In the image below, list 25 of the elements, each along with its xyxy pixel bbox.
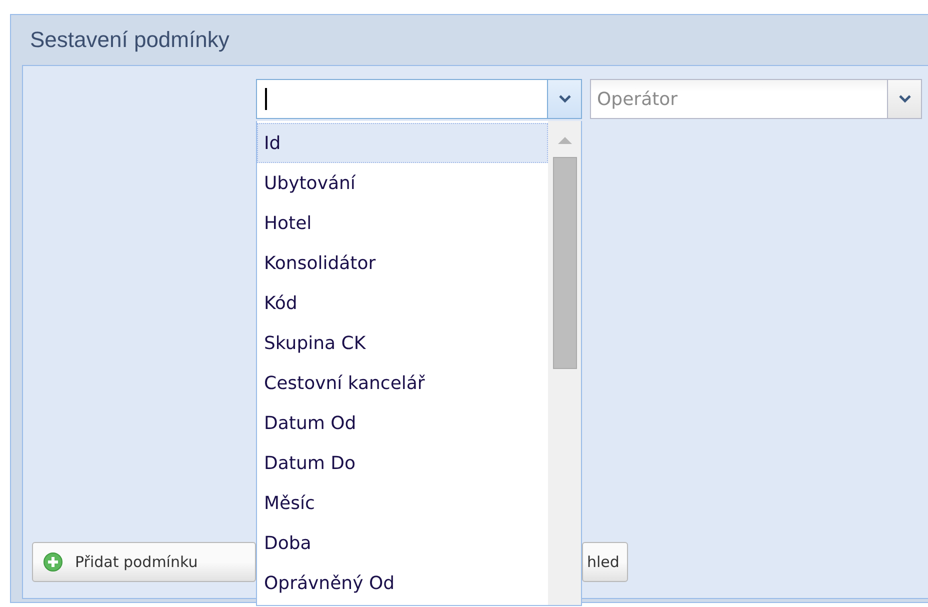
dropdown-item[interactable]: Oprávněný Od — [257, 563, 548, 603]
dropdown-item[interactable]: Ubytování — [257, 163, 548, 203]
caret-icon — [898, 95, 910, 103]
operator-combo[interactable]: Operátor — [590, 79, 922, 119]
dropdown-item[interactable]: Datum Do — [257, 443, 548, 483]
scroll-thumb[interactable] — [552, 157, 576, 369]
dropdown-item[interactable]: Měsíc — [257, 483, 548, 523]
panel-title: Sestavení podmínky — [29, 26, 230, 54]
dropdown-item[interactable]: Konsolidátor — [257, 243, 548, 283]
scroll-up-icon[interactable] — [558, 136, 572, 144]
dropdown-item[interactable]: Id — [257, 123, 548, 163]
scrollbar[interactable] — [548, 121, 581, 605]
dropdown-item[interactable]: Skupina CK — [257, 323, 548, 363]
add-condition-button[interactable]: Přidat podmínku — [32, 542, 256, 582]
field-combo[interactable] — [256, 79, 582, 119]
add-icon — [43, 552, 63, 572]
dropdown-trigger[interactable] — [547, 80, 581, 118]
dropdown-item[interactable]: Hotel — [257, 203, 548, 243]
dropdown-trigger[interactable] — [887, 80, 921, 118]
preview-button[interactable]: hled — [582, 542, 628, 582]
dropdown-item[interactable]: Datum Od — [257, 403, 548, 443]
dropdown-item[interactable]: Cestovní kancelář — [257, 363, 548, 403]
caret-icon — [558, 95, 570, 103]
dropdown-item[interactable]: Doba — [257, 523, 548, 563]
dropdown-item[interactable]: Kód — [257, 283, 548, 323]
